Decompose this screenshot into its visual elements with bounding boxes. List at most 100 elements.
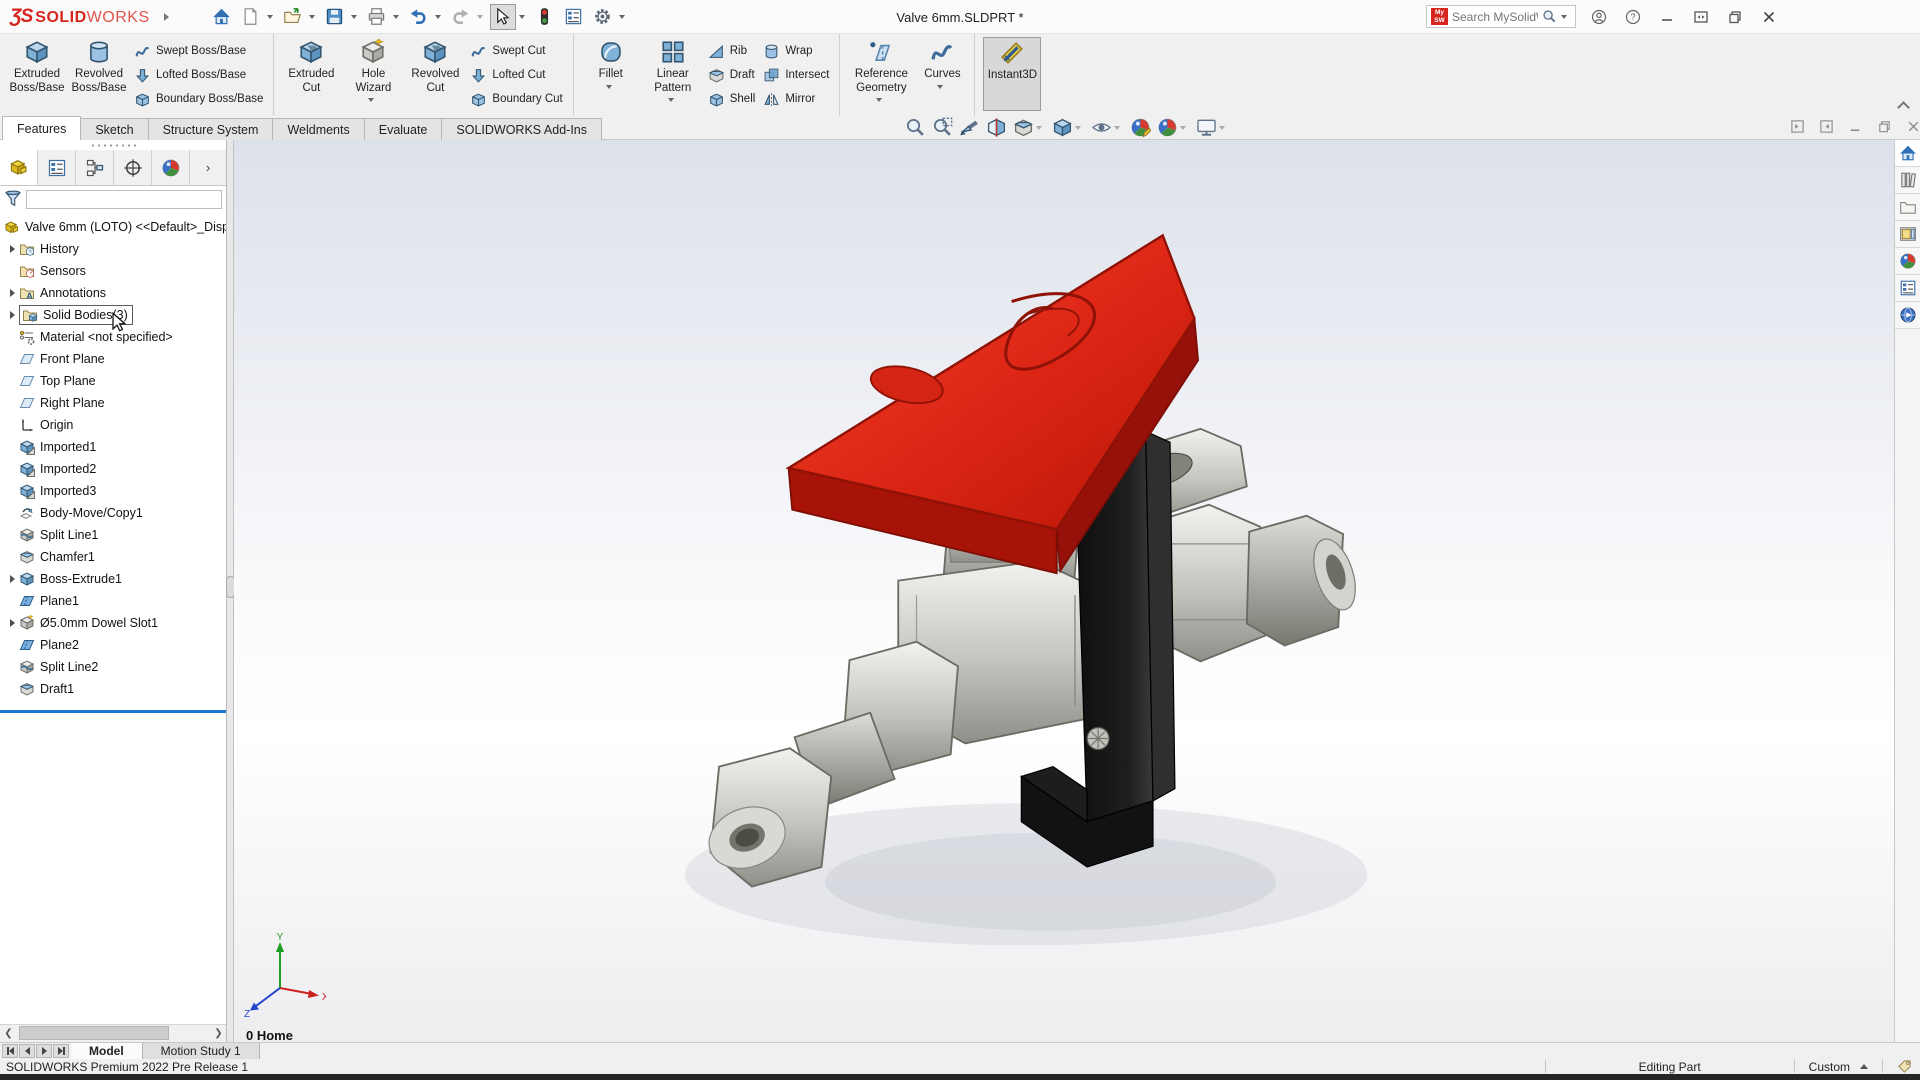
apply-scene-dropdown-icon[interactable] [1180, 126, 1186, 130]
rollback-bar[interactable] [0, 710, 227, 713]
tree-item-imported3[interactable]: Imported3 [0, 480, 227, 502]
shell-button[interactable]: Shell [708, 88, 756, 110]
scrollbar-track[interactable] [17, 1025, 210, 1042]
reference-geometry-dropdown-icon[interactable] [876, 98, 882, 102]
expand-arrow-icon[interactable] [6, 289, 19, 297]
options-dropdown-icon[interactable] [619, 15, 625, 19]
options-button[interactable] [590, 4, 616, 30]
undo-button[interactable] [406, 4, 432, 30]
login-button[interactable] [1588, 6, 1610, 28]
graphics-viewport[interactable]: Y X Z 0 Home [234, 140, 1894, 1042]
tree-item-origin[interactable]: Origin [0, 414, 227, 436]
redo-dropdown-icon[interactable] [477, 15, 483, 19]
revolved-cut-button[interactable]: Revolved Cut [406, 37, 464, 95]
tree-item-front-plane[interactable]: Front Plane [0, 348, 227, 370]
intersect-button[interactable]: Intersect [763, 64, 829, 86]
tree-item-plane1[interactable]: Plane1 [0, 590, 227, 612]
pane-collapse-right-icon[interactable] [1819, 119, 1834, 134]
ribbon-collapse-chevron-icon[interactable] [1898, 100, 1908, 110]
dimxpert-manager-tab[interactable] [114, 150, 152, 185]
open-button[interactable] [280, 4, 306, 30]
tab-evaluate[interactable]: Evaluate [364, 118, 443, 140]
curves-button[interactable]: Curves [918, 37, 966, 89]
draft-button[interactable]: Draft [708, 64, 756, 86]
new-document-button[interactable] [238, 4, 264, 30]
print-button[interactable] [364, 4, 390, 30]
boundary-cut-button[interactable]: Boundary Cut [470, 88, 562, 110]
display-manager-tab[interactable] [152, 150, 190, 185]
instant3d-button[interactable]: Instant3D [983, 37, 1041, 111]
reference-geometry-button[interactable]: Reference Geometry [848, 37, 914, 102]
previous-view-button[interactable] [959, 117, 980, 138]
tree-item-boss-extrude1[interactable]: Boss-Extrude1 [0, 568, 227, 590]
feature-manager-tab[interactable] [0, 150, 38, 185]
tab-solidworks-add-ins[interactable]: SOLIDWORKS Add-Ins [441, 118, 602, 140]
tree-item-history[interactable]: History [0, 238, 227, 260]
view-palette-button[interactable] [1895, 221, 1920, 248]
zoom-to-area-button[interactable] [932, 117, 953, 138]
curves-dropdown-icon[interactable] [937, 85, 943, 89]
view-orientation-button[interactable] [1013, 117, 1046, 138]
tree-horizontal-scrollbar[interactable]: ❮ ❯ [0, 1024, 227, 1042]
extruded-cut-button[interactable]: Extruded Cut [282, 37, 340, 95]
solidworks-forum-button[interactable] [1895, 302, 1920, 329]
tree-root-item[interactable]: Valve 6mm (LOTO) <<Default>_Displa [0, 216, 227, 238]
tree-item-split-line1[interactable]: Split Line1 [0, 524, 227, 546]
minimize-button[interactable] [1656, 6, 1678, 28]
first-tab-button[interactable] [2, 1044, 18, 1058]
valve-right-fitting[interactable] [1142, 505, 1363, 662]
tree-filter-input[interactable] [26, 190, 222, 209]
swept-cut-button[interactable]: Swept Cut [470, 40, 562, 62]
wrap-button[interactable]: Wrap [763, 40, 829, 62]
task-pane-home-button[interactable] [1895, 140, 1920, 167]
section-view-button[interactable] [986, 117, 1007, 138]
view-orientation-dropdown-icon[interactable] [1036, 126, 1042, 130]
undo-dropdown-icon[interactable] [435, 15, 441, 19]
search-box[interactable]: MySW [1426, 5, 1576, 28]
expand-arrow-icon[interactable] [6, 245, 19, 253]
arrange-windows-button[interactable] [1690, 6, 1712, 28]
tab-features[interactable]: Features [2, 116, 81, 140]
help-button[interactable]: ? [1622, 6, 1644, 28]
print-dropdown-icon[interactable] [393, 15, 399, 19]
view-settings-button[interactable] [1196, 117, 1229, 138]
save-dropdown-icon[interactable] [351, 15, 357, 19]
rib-button[interactable]: Rib [708, 40, 756, 62]
logo-expand-icon[interactable] [164, 13, 169, 21]
panel-tab-overflow[interactable]: › [190, 150, 226, 185]
select-dropdown-icon[interactable] [519, 15, 525, 19]
tree-item-right-plane[interactable]: Right Plane [0, 392, 227, 414]
units-dropdown-icon[interactable] [1860, 1064, 1868, 1069]
zoom-to-fit-button[interactable] [905, 117, 926, 138]
file-properties-button[interactable] [561, 4, 587, 30]
doc-minimize-icon[interactable] [1848, 119, 1863, 134]
search-input[interactable] [1452, 10, 1538, 24]
tag-icon[interactable] [1897, 1059, 1912, 1074]
extruded-boss-base-button[interactable]: Extruded Boss/Base [8, 37, 66, 95]
view-settings-dropdown-icon[interactable] [1219, 126, 1225, 130]
design-library-button[interactable] [1895, 167, 1920, 194]
previous-tab-button[interactable] [19, 1044, 35, 1058]
tree-item-dowel-slot[interactable]: Ø5.0mm Dowel Slot1 [0, 612, 227, 634]
expand-arrow-icon[interactable] [6, 575, 19, 583]
rebuild-button[interactable] [532, 4, 558, 30]
panel-grip[interactable] [0, 140, 226, 150]
tree-item-sensors[interactable]: Sensors [0, 260, 227, 282]
home-button[interactable] [209, 4, 235, 30]
tab-weldments[interactable]: Weldments [272, 118, 364, 140]
doc-close-icon[interactable] [1906, 119, 1920, 134]
custom-properties-button[interactable] [1895, 275, 1920, 302]
panel-splitter[interactable] [227, 140, 234, 1042]
scrollbar-thumb[interactable] [19, 1026, 169, 1040]
lofted-cut-button[interactable]: Lofted Cut [470, 64, 562, 86]
tree-item-imported2[interactable]: Imported2 [0, 458, 227, 480]
file-explorer-button[interactable] [1895, 194, 1920, 221]
display-style-dropdown-icon[interactable] [1075, 126, 1081, 130]
tree-item-plane2[interactable]: Plane2 [0, 634, 227, 656]
tab-structure-system[interactable]: Structure System [148, 118, 274, 140]
tree-item-draft1[interactable]: Draft1 [0, 678, 227, 700]
tree-item-top-plane[interactable]: Top Plane [0, 370, 227, 392]
linear-pattern-dropdown-icon[interactable] [668, 98, 674, 102]
search-icon[interactable] [1542, 9, 1557, 24]
display-style-button[interactable] [1052, 117, 1085, 138]
